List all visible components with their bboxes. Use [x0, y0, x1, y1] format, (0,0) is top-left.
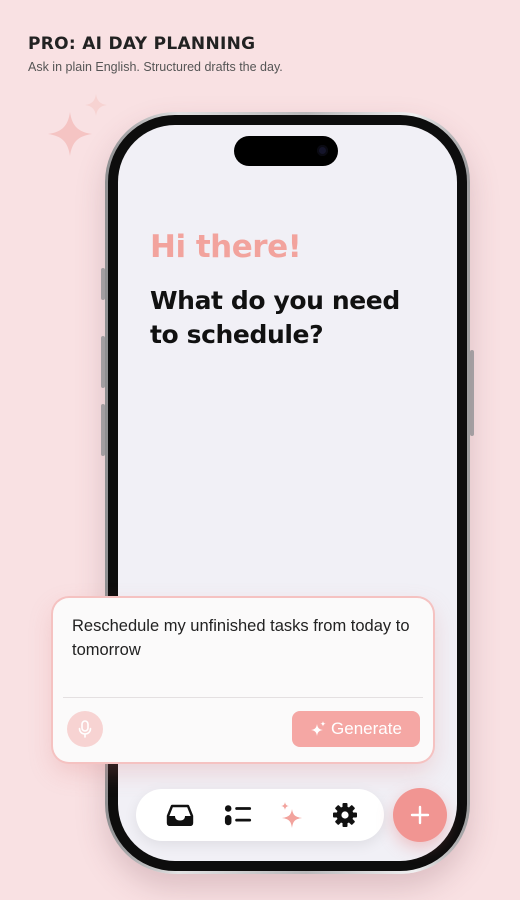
prompt-card: Reschedule my unfinished tasks from toda… [53, 598, 433, 762]
greeting-text: Hi there! [150, 229, 302, 265]
schedule-question: What do you need to schedule? [150, 286, 400, 349]
sparkle-icon [311, 721, 326, 736]
page-headline: PRO: AI DAY PLANNING [28, 34, 256, 54]
sparkle-small-icon [85, 94, 107, 116]
page-subtitle: Ask in plain English. Structured drafts … [28, 60, 283, 74]
dynamic-island [234, 136, 338, 166]
list-icon [224, 805, 252, 826]
inbox-icon [166, 804, 194, 826]
tab-settings[interactable] [331, 801, 359, 829]
tab-ai-planner[interactable] [279, 801, 307, 829]
tab-bar [136, 789, 384, 841]
tab-inbox[interactable] [166, 801, 194, 829]
gear-icon [333, 803, 357, 827]
prompt-divider [63, 697, 423, 698]
prompt-input[interactable]: Reschedule my unfinished tasks from toda… [72, 614, 412, 662]
sparkle-large-icon [48, 112, 92, 156]
plus-icon [410, 805, 430, 825]
tab-list[interactable] [224, 801, 252, 829]
generate-button[interactable]: Generate [292, 711, 420, 747]
add-button[interactable] [393, 788, 447, 842]
generate-label: Generate [331, 719, 402, 738]
sparkle-icon [281, 802, 302, 828]
front-camera [317, 145, 328, 156]
mic-icon [78, 720, 92, 738]
phone-power-button [470, 350, 474, 436]
mic-button[interactable] [67, 711, 103, 747]
